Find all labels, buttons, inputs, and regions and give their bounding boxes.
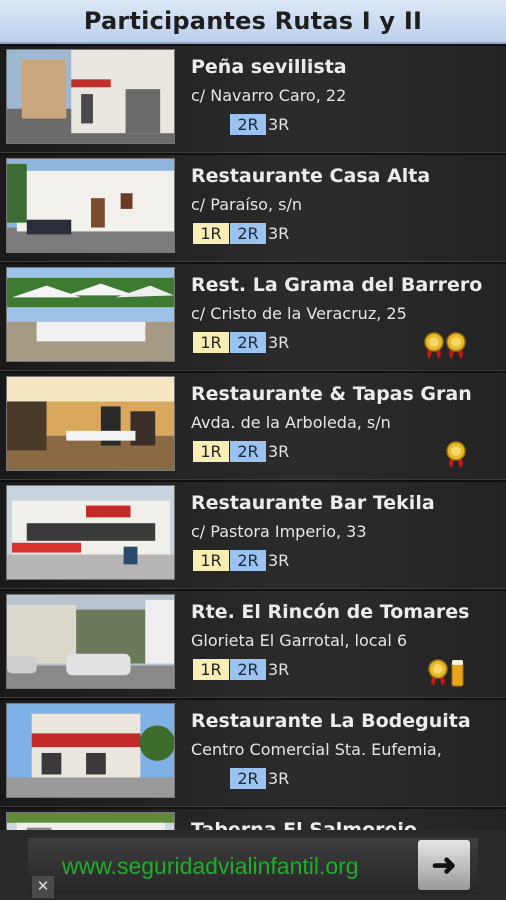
route-3-badge: 3R xyxy=(268,660,290,679)
route-1-badge: 1R xyxy=(193,223,229,244)
route-1-badge: 1R xyxy=(193,441,229,462)
route-2-badge: 2R xyxy=(230,223,266,244)
route-1-badge: 1R xyxy=(193,550,229,571)
app-header: Participantes Rutas I y II xyxy=(0,0,506,44)
restaurant-photo xyxy=(6,267,175,362)
restaurant-name: Rte. El Rincón de Tomares xyxy=(191,601,470,623)
restaurant-address: Avda. de la Arboleda, s/n xyxy=(191,413,391,432)
medal-icon xyxy=(428,659,448,686)
list-item[interactable]: Restaurante Bar Tekila c/ Pastora Imperi… xyxy=(0,482,506,589)
restaurant-list[interactable]: Peña sevillista c/ Navarro Caro, 22 2R 3… xyxy=(0,44,506,830)
page-title: Participantes Rutas I y II xyxy=(83,7,423,35)
route-2-badge: 2R xyxy=(230,332,266,353)
ad-close-button[interactable]: ✕ xyxy=(32,876,54,898)
restaurant-photo xyxy=(6,49,175,144)
restaurant-photo xyxy=(6,158,175,253)
route-2-badge: 2R xyxy=(230,659,266,680)
restaurant-address: Glorieta El Garrotal, local 6 xyxy=(191,631,408,650)
awards xyxy=(446,441,466,469)
route-3-badge: 3R xyxy=(268,333,290,352)
close-icon: ✕ xyxy=(36,878,50,895)
list-item[interactable]: Restaurante & Tapas Gran Avda. de la Arb… xyxy=(0,373,506,480)
route-1-badge: 1R xyxy=(193,332,229,353)
restaurant-photo xyxy=(6,485,175,580)
ad-link[interactable]: www.seguridadvialinfantil.org xyxy=(62,853,359,880)
route-3-badge: 3R xyxy=(268,224,290,243)
ad-arrow-button[interactable]: ➜ xyxy=(418,840,470,890)
arrow-right-icon: ➜ xyxy=(431,848,457,882)
restaurant-address: c/ Cristo de la Veracruz, 25 xyxy=(191,304,407,323)
medal-icon xyxy=(446,441,466,468)
restaurant-photo xyxy=(6,703,175,798)
list-item[interactable]: Peña sevillista c/ Navarro Caro, 22 2R 3… xyxy=(0,46,506,153)
ad-banner[interactable]: www.seguridadvialinfantil.org ➜ xyxy=(0,830,506,900)
restaurant-photo xyxy=(6,376,175,471)
route-2-badge: 2R xyxy=(230,768,266,789)
restaurant-name: Restaurante La Bodeguita xyxy=(191,710,471,732)
list-item[interactable]: Restaurante Casa Alta c/ Paraíso, s/n 1R… xyxy=(0,155,506,262)
route-3-badge: 3R xyxy=(268,115,290,134)
restaurant-name: Taberna El Salmorejo xyxy=(191,819,417,830)
medal-icon xyxy=(424,332,444,359)
list-item[interactable]: Restaurante La Bodeguita Centro Comercia… xyxy=(0,700,506,807)
restaurant-photo xyxy=(6,594,175,689)
restaurant-address: c/ Paraíso, s/n xyxy=(191,195,302,214)
restaurant-name: Peña sevillista xyxy=(191,56,347,78)
restaurant-name: Restaurante Casa Alta xyxy=(191,165,431,187)
restaurant-address: c/ Pastora Imperio, 33 xyxy=(191,522,367,541)
route-3-badge: 3R xyxy=(268,551,290,570)
restaurant-name: Restaurante & Tapas Gran xyxy=(191,383,472,405)
route-2-badge: 2R xyxy=(230,114,266,135)
route-3-badge: 3R xyxy=(268,769,290,788)
route-2-badge: 2R xyxy=(230,550,266,571)
route-3-badge: 3R xyxy=(268,442,290,461)
list-item[interactable]: Taberna El Salmorejo xyxy=(0,809,506,830)
route-1-badge: 1R xyxy=(193,659,229,680)
awards xyxy=(424,332,466,360)
route-2-badge: 2R xyxy=(230,441,266,462)
restaurant-address: c/ Navarro Caro, 22 xyxy=(191,86,347,105)
list-item[interactable]: Rest. La Grama del Barrero c/ Cristo de … xyxy=(0,264,506,371)
medal-icon xyxy=(446,332,466,359)
restaurant-name: Rest. La Grama del Barrero xyxy=(191,274,483,296)
restaurant-photo xyxy=(6,812,175,830)
restaurant-address: Centro Comercial Sta. Eufemia, xyxy=(191,740,442,759)
list-item[interactable]: Rte. El Rincón de Tomares Glorieta El Ga… xyxy=(0,591,506,698)
ad-box[interactable]: www.seguridadvialinfantil.org xyxy=(28,838,478,894)
beer-icon xyxy=(451,660,464,687)
restaurant-name: Restaurante Bar Tekila xyxy=(191,492,435,514)
awards xyxy=(428,659,466,687)
